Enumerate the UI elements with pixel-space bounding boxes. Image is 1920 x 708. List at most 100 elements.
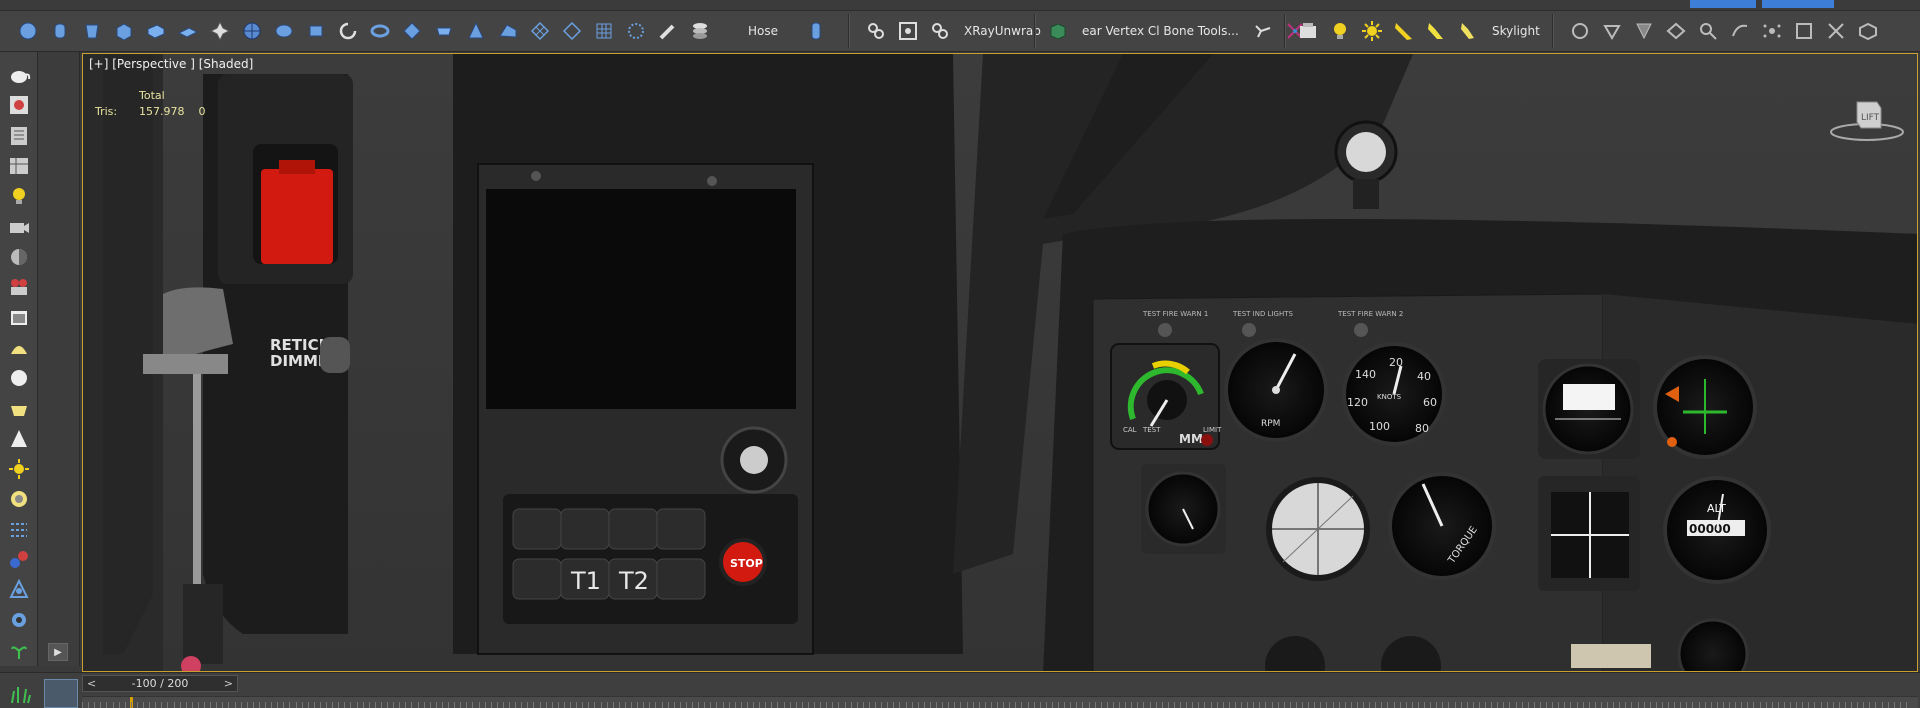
torus-icon[interactable] xyxy=(366,17,394,45)
gear-icon[interactable] xyxy=(4,605,34,635)
time-next-arrow[interactable]: > xyxy=(224,677,233,690)
timeline-tick xyxy=(917,702,919,708)
time-slider[interactable]: < -100 / 200 > xyxy=(82,675,238,692)
tube-icon[interactable] xyxy=(78,17,106,45)
timeline-tick xyxy=(966,702,968,708)
bulb-icon[interactable] xyxy=(1326,17,1354,45)
timeline-corner-button[interactable] xyxy=(44,679,78,708)
pot-icon[interactable] xyxy=(4,393,34,423)
timeline-tick xyxy=(210,702,212,708)
helper-icon[interactable] xyxy=(1566,17,1594,45)
capsule-icon[interactable] xyxy=(430,17,458,45)
dome-icon[interactable] xyxy=(4,333,34,363)
skylight-icon[interactable] xyxy=(1454,17,1482,45)
teapot-icon[interactable] xyxy=(4,60,34,90)
grass-icon[interactable] xyxy=(8,683,32,705)
oil-tank-icon[interactable] xyxy=(270,17,298,45)
workspace-tab-active[interactable] xyxy=(1762,0,1834,8)
grid-icon[interactable] xyxy=(526,17,554,45)
timeline-tick xyxy=(1192,702,1194,708)
spot-light-icon[interactable] xyxy=(1390,17,1418,45)
bone-tools-label[interactable]: ear Vertex Cl Bone Tools... xyxy=(1076,24,1245,38)
twist-icon[interactable] xyxy=(1630,17,1658,45)
wave-icon[interactable] xyxy=(1726,17,1754,45)
cube-green-icon[interactable] xyxy=(1044,17,1072,45)
sun-icon[interactable] xyxy=(4,454,34,484)
taper-icon[interactable] xyxy=(1662,17,1690,45)
airspeed-100: 100 xyxy=(1369,420,1390,433)
ffd-box-icon[interactable] xyxy=(1790,17,1818,45)
viewcube-face-label: LIFT xyxy=(1861,113,1880,123)
lattice-mod-icon[interactable] xyxy=(1822,17,1850,45)
magnifier-icon[interactable] xyxy=(1694,17,1722,45)
link-icon[interactable] xyxy=(862,17,890,45)
video-camera-icon[interactable] xyxy=(4,272,34,302)
target-icon[interactable] xyxy=(4,484,34,514)
timeline-tick xyxy=(1637,702,1639,708)
timeline-tick xyxy=(1259,702,1261,708)
time-prev-arrow[interactable]: < xyxy=(87,677,96,690)
cone-cylinder-icon[interactable] xyxy=(302,17,330,45)
skylight-label[interactable]: Skylight xyxy=(1486,24,1546,38)
plant-icon[interactable] xyxy=(4,636,34,666)
molecule-icon[interactable] xyxy=(4,545,34,575)
gauge-cal-label: CAL xyxy=(1123,426,1137,434)
omni-light-icon[interactable] xyxy=(1358,17,1386,45)
hose-icon[interactable] xyxy=(802,17,830,45)
timeline-tick xyxy=(1106,702,1108,708)
timeline-tick xyxy=(1716,702,1718,708)
sun-position-icon[interactable] xyxy=(4,242,34,272)
cone-icon[interactable] xyxy=(462,17,490,45)
light-lister-icon[interactable] xyxy=(4,181,34,211)
circle-shape-icon[interactable] xyxy=(4,363,34,393)
viewport-label[interactable]: [+] [Perspective ] [Shaded] xyxy=(89,57,253,71)
particles-icon[interactable] xyxy=(4,514,34,544)
target-light-icon[interactable] xyxy=(1294,17,1322,45)
xray-link-icon[interactable] xyxy=(926,17,954,45)
shell-icon[interactable] xyxy=(1854,17,1882,45)
lattice-icon[interactable] xyxy=(558,17,586,45)
cylinder-icon[interactable] xyxy=(46,17,74,45)
hose-label[interactable]: Hose xyxy=(742,24,784,38)
spring-icon[interactable] xyxy=(334,17,362,45)
compound-icon[interactable] xyxy=(4,575,34,605)
pyramid-icon[interactable] xyxy=(398,17,426,45)
bone-chain-icon[interactable] xyxy=(1249,17,1277,45)
plane-icon[interactable] xyxy=(174,17,202,45)
toolbar-separator xyxy=(1284,14,1286,48)
cone-shape-icon[interactable] xyxy=(4,424,34,454)
timeline-tick xyxy=(1503,702,1505,708)
timeline-tick xyxy=(344,702,346,708)
geosphere-icon[interactable] xyxy=(238,17,266,45)
direct-light-icon[interactable] xyxy=(1422,17,1450,45)
expand-panel-button[interactable]: ▶ xyxy=(48,643,68,661)
bend-icon[interactable] xyxy=(1598,17,1626,45)
stack-icon[interactable] xyxy=(686,17,714,45)
plane-grid-icon[interactable] xyxy=(590,17,618,45)
timeline-tick xyxy=(1546,702,1547,708)
hedra-icon[interactable] xyxy=(206,17,234,45)
unwrap-box-icon[interactable] xyxy=(894,17,922,45)
timeline-tick xyxy=(771,702,773,708)
sphere-icon[interactable] xyxy=(14,17,42,45)
ring-icon[interactable] xyxy=(622,17,650,45)
viewcube[interactable]: LIFT xyxy=(1827,92,1907,142)
box-icon[interactable] xyxy=(110,17,138,45)
perspective-viewport[interactable]: RETICLE DIMMER T1 T2 STOP TEST FIRE WARN… xyxy=(82,53,1918,672)
timeline-tick xyxy=(795,702,797,708)
render-frame-icon[interactable] xyxy=(4,151,34,181)
timeline-track[interactable] xyxy=(82,696,1918,708)
noise-icon[interactable] xyxy=(1758,17,1786,45)
camera-icon[interactable] xyxy=(4,211,34,241)
pipe-icon[interactable] xyxy=(654,17,682,45)
timeline-tick xyxy=(1491,702,1493,708)
chamfer-box-icon[interactable] xyxy=(142,17,170,45)
timeline-tick xyxy=(1448,702,1450,708)
render-setup-icon[interactable] xyxy=(4,121,34,151)
timeline-tick xyxy=(1692,702,1694,708)
prism-icon[interactable] xyxy=(494,17,522,45)
material-editor-icon[interactable] xyxy=(4,90,34,120)
viewport-layout-icon[interactable] xyxy=(4,302,34,332)
workspace-tab[interactable] xyxy=(1690,0,1756,8)
timeline-tick xyxy=(1832,702,1834,708)
